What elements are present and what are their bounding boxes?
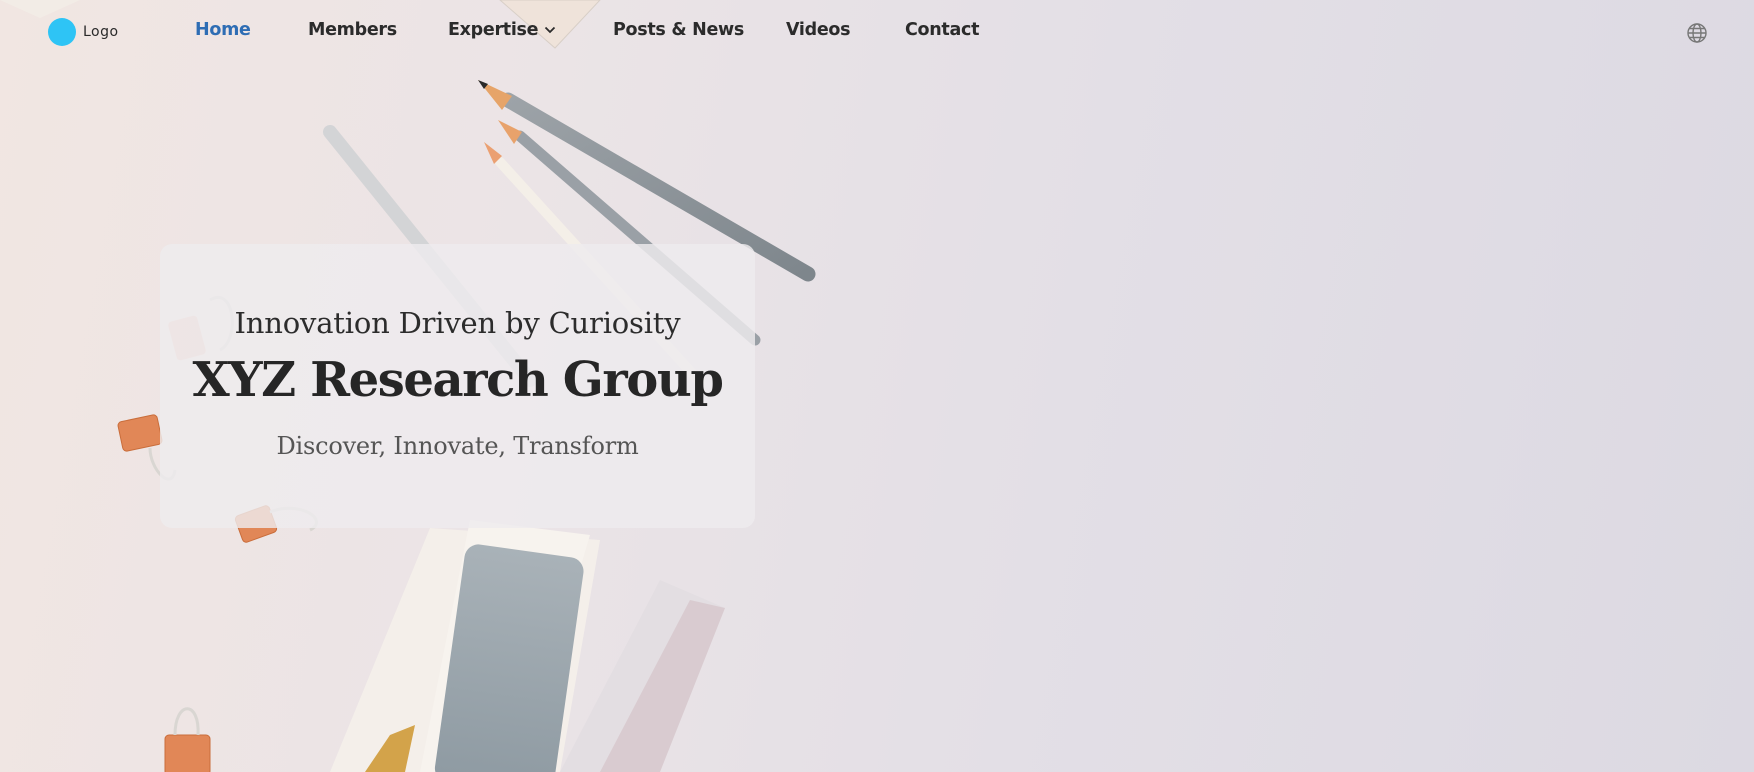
logo[interactable]: Logo [48,18,119,46]
chevron-down-icon [545,26,556,34]
hero-subtitle: Discover, Innovate, Transform [276,432,639,460]
nav-item-members[interactable]: Members [308,20,397,40]
hero-card: Innovation Driven by Curiosity XYZ Resea… [160,244,755,528]
hero-tagline: Innovation Driven by Curiosity [234,306,681,340]
logo-text: Logo [83,24,119,40]
nav-item-posts-news[interactable]: Posts & News [613,20,744,40]
nav-item-expertise[interactable]: Expertise [448,20,556,40]
page: Logo Home Members Expertise Posts & News… [0,0,1754,772]
logo-mark [48,18,76,46]
top-navigation: Logo Home Members Expertise Posts & News… [0,0,1754,64]
hero-title: XYZ Research Group [192,352,723,408]
nav-item-videos[interactable]: Videos [786,20,851,40]
nav-item-expertise-label: Expertise [448,20,539,40]
nav-item-home[interactable]: Home [195,20,251,40]
nav-item-contact[interactable]: Contact [905,20,979,40]
globe-icon[interactable] [1686,22,1708,44]
